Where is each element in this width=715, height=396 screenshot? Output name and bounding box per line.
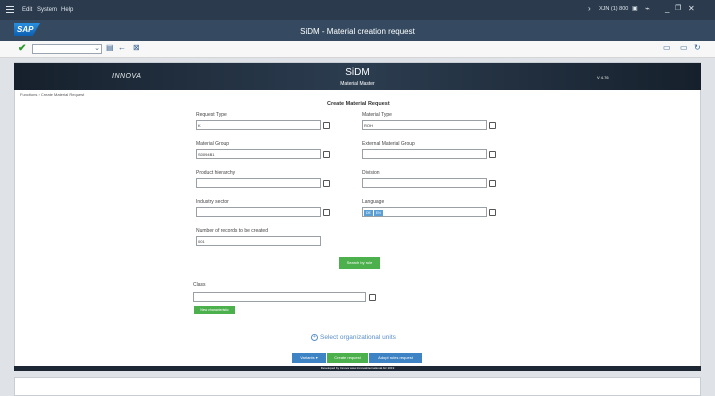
num-records-input[interactable]: 001 <box>196 236 321 246</box>
industry-sector-label: Industry sector <box>196 199 229 205</box>
industry-sector-value-help-icon[interactable] <box>323 209 330 216</box>
external-material-group-input[interactable] <box>362 149 487 159</box>
banner-subtitle: Material Master <box>340 81 375 87</box>
plus-circle-icon: + <box>311 334 318 341</box>
material-type-input[interactable]: ROH <box>362 120 487 130</box>
search-by-rule-button[interactable]: Search by rule <box>339 257 380 269</box>
menu-help[interactable]: Help <box>61 7 73 13</box>
restore-icon[interactable]: ❐ <box>675 5 681 13</box>
chevron-right-icon[interactable]: › <box>588 5 591 13</box>
version-label: V 4.76 <box>597 75 609 80</box>
select-org-units-link[interactable]: + Select organizational units <box>311 334 396 341</box>
language-input[interactable]: DE EN <box>362 207 487 217</box>
request-type-label: Request Type <box>196 112 227 118</box>
division-value-help-icon[interactable] <box>489 180 496 187</box>
command-field[interactable]: ⌄ <box>32 44 102 54</box>
language-tag[interactable]: EN <box>373 209 383 216</box>
content-frame <box>14 62 701 371</box>
footer-text: Developed by Innova www.innovainternatio… <box>320 366 395 370</box>
form-title: Create Material Request <box>327 101 390 107</box>
create-request-button[interactable]: Create request <box>327 353 368 363</box>
language-tag[interactable]: DE <box>364 209 373 216</box>
industry-sector-input[interactable] <box>196 207 321 217</box>
footer-bar: Developed by Innova www.innovainternatio… <box>14 366 701 371</box>
external-material-group-label: External Material Group <box>362 141 415 147</box>
request-type-value-help-icon[interactable] <box>323 122 330 129</box>
minimize-icon[interactable]: _ <box>665 5 669 13</box>
hamburger-menu-icon[interactable] <box>6 6 14 15</box>
menu-system[interactable]: System <box>37 7 57 13</box>
print-icon[interactable]: ▭ <box>680 43 688 53</box>
app-title: SiDM - Material creation request <box>300 27 415 36</box>
material-group-input[interactable]: S0094B1 <box>196 149 321 159</box>
new-characteristic-button[interactable]: New characteristic <box>194 306 235 314</box>
adopt-rules-request-button[interactable]: Adopt rules request <box>369 353 422 363</box>
language-value-help-icon[interactable] <box>489 209 496 216</box>
menu-edit[interactable]: Edit <box>22 7 32 13</box>
material-group-value-help-icon[interactable] <box>323 151 330 158</box>
system-id: XJN (1) 800 <box>599 6 629 12</box>
division-label: Division <box>362 170 380 176</box>
variants-button[interactable]: Variants ▾ <box>292 353 326 363</box>
screenshot-icon[interactable]: ▣ <box>632 5 638 13</box>
class-value-help-icon[interactable] <box>369 294 376 301</box>
request-type-input[interactable]: K <box>196 120 321 130</box>
material-type-label: Material Type <box>362 112 392 118</box>
check-icon[interactable]: ✔ <box>18 43 26 54</box>
customize-icon[interactable]: ⌁ <box>645 5 650 13</box>
class-input[interactable] <box>193 292 366 302</box>
division-input[interactable] <box>362 178 487 188</box>
layout-icon[interactable]: ▭ <box>663 43 671 53</box>
app-banner: INNOVA SiDM Material Master V 4.76 <box>14 63 701 90</box>
chevron-down-icon[interactable]: ⌄ <box>94 44 100 52</box>
cancel-icon[interactable]: ⊠ <box>133 43 140 53</box>
material-group-label: Material Group <box>196 141 230 147</box>
language-label: Language <box>362 199 385 205</box>
breadcrumb[interactable]: Functions › Create Material Request <box>20 92 84 97</box>
product-hierarchy-label: Product hierarchy <box>196 170 236 176</box>
class-label: Class <box>193 282 206 288</box>
product-hierarchy-value-help-icon[interactable] <box>323 180 330 187</box>
num-records-label: Number of records to be created <box>196 228 268 234</box>
back-arrow-icon[interactable]: ← <box>118 43 126 53</box>
material-type-value-help-icon[interactable] <box>489 122 496 129</box>
close-icon[interactable]: ✕ <box>688 5 695 13</box>
help-icon[interactable]: ↻ <box>694 43 701 53</box>
bottom-panel <box>14 377 701 396</box>
menu-bar: Edit System Help › XJN (1) 800 ▣ ⌁ _ ❐ ✕ <box>0 0 715 20</box>
product-hierarchy-input[interactable] <box>196 178 321 188</box>
external-material-group-value-help-icon[interactable] <box>489 151 496 158</box>
save-icon[interactable]: ▤ <box>106 43 114 53</box>
